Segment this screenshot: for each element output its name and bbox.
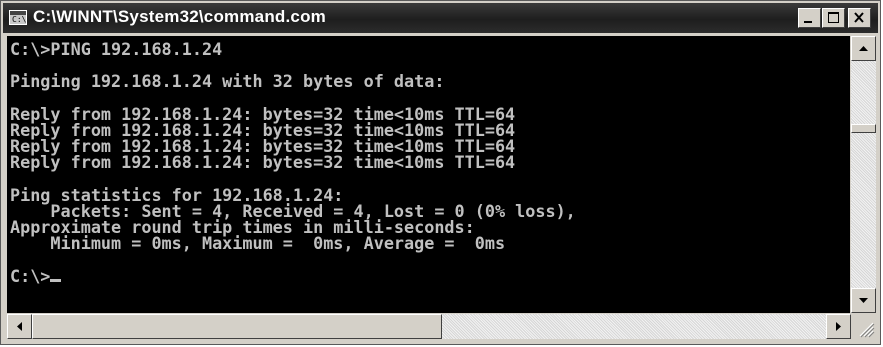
console-line: Reply from 192.168.1.24: bytes=32 time<1… — [10, 152, 516, 173]
console-text: C:\>PING 192.168.1.24 Pinging 192.168.1.… — [7, 36, 850, 286]
vertical-scroll-thumb[interactable] — [851, 124, 876, 133]
maximize-button[interactable] — [822, 8, 845, 28]
resize-grip-icon — [859, 322, 875, 338]
scroll-left-button[interactable] — [7, 314, 32, 339]
minimize-icon — [804, 21, 812, 23]
close-icon — [854, 12, 864, 23]
arrow-down-icon — [859, 298, 868, 303]
title-bar[interactable]: C:\ C:\WINNT\System32\command.com — [3, 3, 878, 33]
window-title: C:\WINNT\System32\command.com — [33, 7, 326, 26]
console-app-icon[interactable]: C:\ — [9, 10, 27, 25]
vertical-scrollbar[interactable] — [851, 36, 876, 313]
console-window: C:\ C:\WINNT\System32\command.com C:\>PI… — [0, 0, 881, 345]
maximize-icon — [828, 12, 839, 23]
scroll-down-button[interactable] — [851, 288, 876, 313]
minimize-button[interactable] — [798, 8, 821, 28]
arrow-right-icon — [836, 322, 841, 331]
arrow-up-icon — [859, 46, 868, 51]
console-line: C:\> — [10, 265, 51, 286]
horizontal-scroll-thumb[interactable] — [32, 314, 442, 339]
app-icon-glyph: C:\ — [12, 15, 27, 24]
arrow-left-icon — [17, 322, 22, 331]
resize-grip[interactable] — [851, 314, 876, 339]
scroll-up-button[interactable] — [851, 36, 876, 61]
console-output[interactable]: C:\>PING 192.168.1.24 Pinging 192.168.1.… — [7, 36, 850, 313]
console-line: C:\>PING 192.168.1.24 — [10, 39, 223, 59]
scroll-right-button[interactable] — [826, 314, 851, 339]
horizontal-scrollbar[interactable] — [7, 314, 851, 339]
console-line: Minimum = 0ms, Maximum = 0ms, Average = … — [10, 233, 506, 254]
console-line: Pinging 192.168.1.24 with 32 bytes of da… — [10, 71, 445, 92]
close-button[interactable] — [848, 8, 871, 28]
text-cursor — [50, 278, 62, 282]
